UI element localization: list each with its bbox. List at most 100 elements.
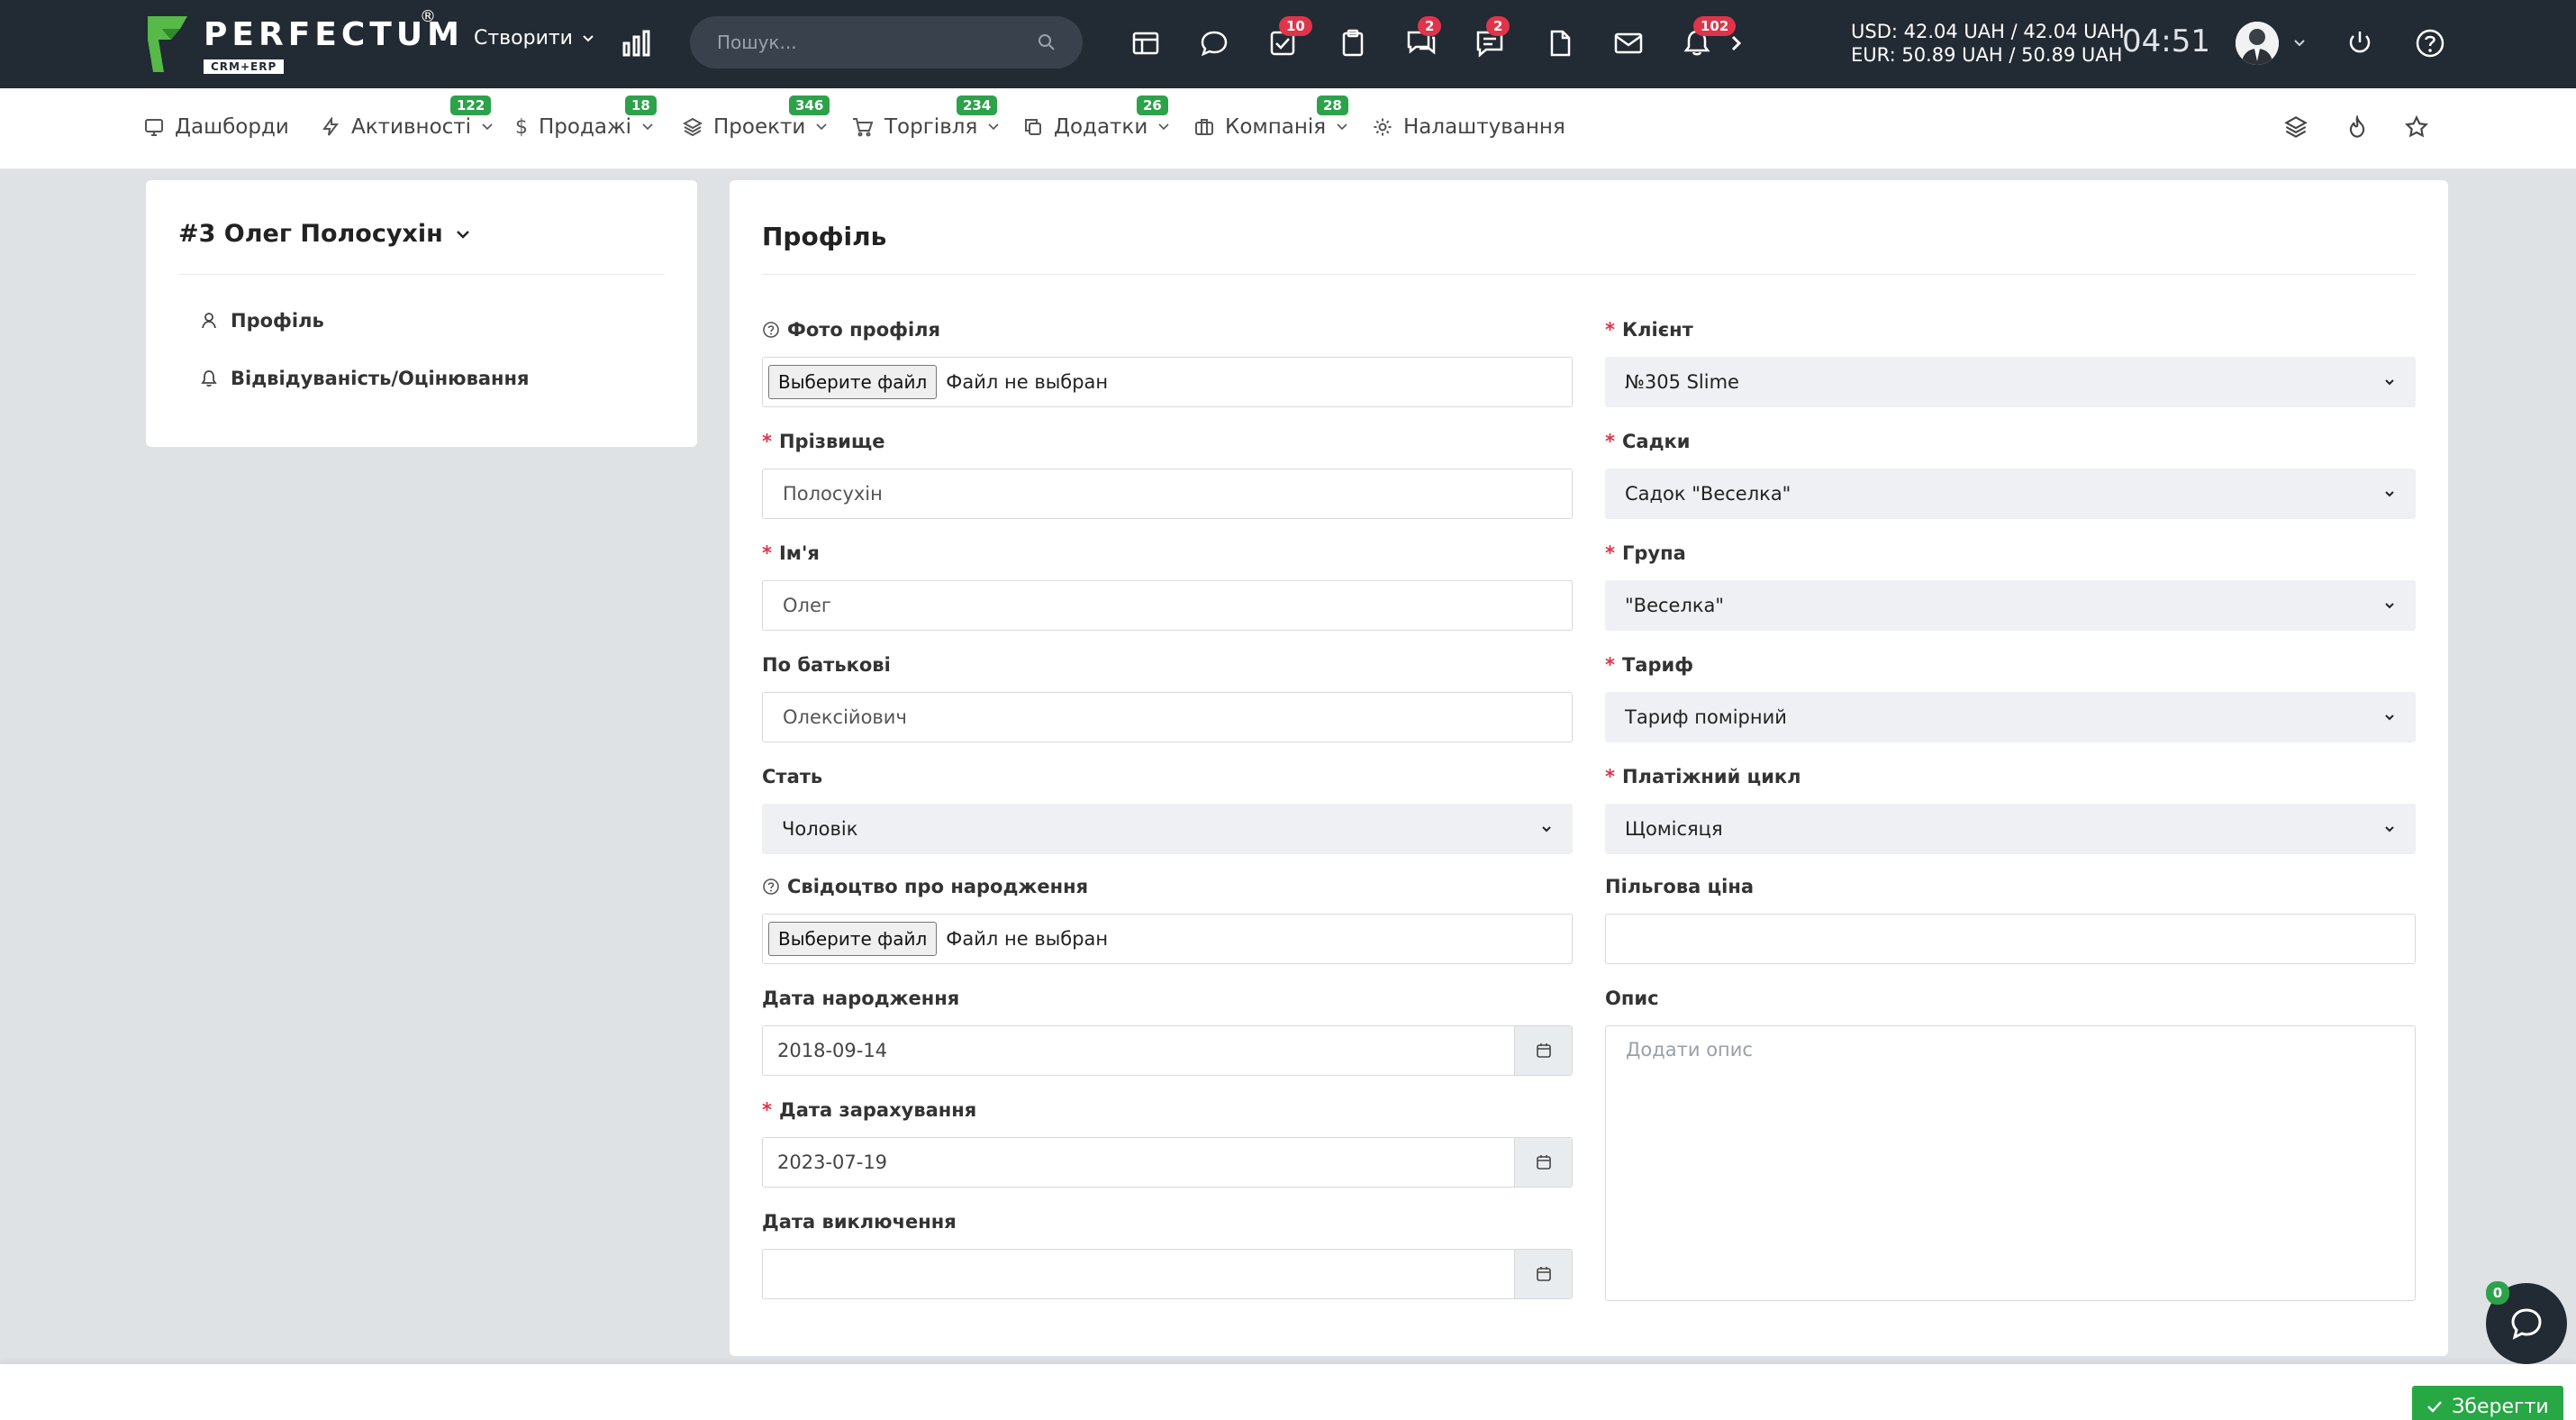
kindergarten-select[interactable]: Садок "Веселка" (1605, 469, 2416, 519)
exclude-date-field[interactable] (762, 1249, 1573, 1299)
user-menu-toggle[interactable] (2291, 27, 2308, 59)
tasks-button[interactable]: 10 (1266, 16, 1312, 59)
help-button[interactable] (2414, 27, 2446, 59)
description-textarea[interactable]: Додати опис (1605, 1025, 2416, 1301)
nav-company[interactable]: Компанія 28 (1194, 96, 1348, 139)
gender-label: Стать (762, 766, 823, 787)
mail-button[interactable] (1612, 27, 1645, 59)
chevron-down-icon (1337, 123, 1347, 131)
required-mark: * (1605, 766, 1615, 787)
birth-date-field[interactable]: 2018-09-14 (762, 1025, 1573, 1076)
nav-badge: 18 (625, 96, 657, 115)
nav-activities[interactable]: Активності 122 (321, 96, 493, 139)
choose-file-button[interactable]: Выберите файл (768, 365, 938, 399)
nav-addons[interactable]: Додатки 26 (1023, 96, 1169, 139)
nav-settings[interactable]: Налаштування (1373, 115, 1565, 139)
choose-file-button[interactable]: Выберите файл (768, 922, 938, 956)
calendar-button[interactable] (1514, 1026, 1572, 1075)
enroll-date-field[interactable]: 2023-07-19 (762, 1137, 1573, 1188)
label-text: Платіжний цикл (1621, 766, 1801, 787)
date-value[interactable]: 2023-07-19 (763, 1138, 1514, 1187)
discussions-button[interactable]: 2 (1405, 16, 1442, 59)
nav-label: Проекти (713, 115, 806, 139)
chevron-down-icon (2385, 826, 2394, 833)
payment-cycle-select[interactable]: Щомісяця (1605, 804, 2416, 854)
calendar-button[interactable] (1514, 1250, 1572, 1298)
help-icon (2416, 29, 2444, 58)
mail-icon (1614, 32, 1643, 54)
search-box[interactable] (690, 16, 1083, 68)
help-circle-icon (763, 322, 779, 338)
nav-label: Додатки (1054, 115, 1148, 139)
table-icon (1132, 32, 1159, 55)
student-title[interactable]: #3 Олег Полосухін (178, 220, 470, 248)
user-avatar-icon (2236, 22, 2279, 65)
messages-button[interactable]: 2 (1474, 16, 1510, 59)
main-nav: Дашборди Активності 122 $ Продажі 18 Про… (0, 88, 2576, 169)
selected-value: Чоловік (782, 818, 858, 840)
search-input[interactable] (717, 32, 1038, 53)
logout-button[interactable] (2344, 27, 2376, 59)
client-select[interactable]: №305 Slime (1605, 357, 2416, 407)
client-label: * Клієнт (1605, 319, 1693, 341)
documents-button[interactable] (1544, 27, 1576, 59)
payment-cycle-label: * Платіжний цикл (1605, 766, 1801, 787)
save-button[interactable]: Зберегти (2412, 1386, 2563, 1420)
calendar-table-button[interactable] (1129, 27, 1162, 59)
birth-cert-file-input[interactable]: Выберите файл Файл не выбран (762, 914, 1573, 964)
layers-toggle-button[interactable] (2284, 115, 2308, 139)
sidebar-item-profile[interactable]: Профіль (200, 310, 324, 332)
gear-icon (1374, 118, 1392, 136)
chevron-down-icon (2385, 603, 2394, 609)
discount-price-field[interactable] (1605, 914, 2416, 964)
discussions-badge: 2 (1418, 16, 1442, 36)
messages-badge: 2 (1486, 16, 1510, 36)
layers-icon (683, 117, 703, 137)
hot-button[interactable] (2345, 115, 2369, 139)
notifications-button[interactable]: 102 (1681, 16, 1737, 59)
nav-label: Продажі (539, 115, 632, 139)
chevron-down-icon (1158, 123, 1169, 131)
nav-label: Торгівля (884, 115, 978, 139)
surname-field[interactable]: Полосухін (762, 469, 1573, 519)
nav-label: Налаштування (1403, 115, 1565, 139)
search-icon[interactable] (1038, 33, 1056, 51)
nav-sales[interactable]: $ Продажі 18 (515, 96, 657, 139)
help-circle-icon (763, 878, 779, 895)
selected-value: Садок "Веселка" (1625, 483, 1791, 505)
calendar-button[interactable] (1514, 1138, 1572, 1187)
gender-select[interactable]: Чоловік (762, 804, 1573, 854)
enroll-date-label: * Дата зарахування (762, 1099, 976, 1121)
file-icon (1550, 30, 1571, 57)
label-text: Свідоцтво про народження (787, 876, 1089, 897)
photo-file-input[interactable]: Выберите файл Файл не выбран (762, 357, 1573, 407)
clipboard-button[interactable] (1337, 27, 1369, 59)
profile-form: Профіль Фото профіля Выберите файл Файл … (730, 180, 2448, 1356)
sidebar-item-attendance[interactable]: Відвідуваність/Оцінювання (200, 368, 530, 389)
more-icons-button[interactable] (1726, 27, 1747, 59)
discount-price-label: Пільгова ціна (1605, 876, 1755, 897)
name-field[interactable]: Олег (762, 580, 1573, 631)
patronymic-field[interactable]: Олексійович (762, 692, 1573, 742)
avatar[interactable] (2236, 22, 2279, 65)
sidebar-item-label: Профіль (231, 310, 324, 332)
nav-trade[interactable]: Торгівля 234 (852, 96, 999, 139)
clipboard-icon (1342, 29, 1364, 57)
save-label: Зберегти (2452, 1395, 2549, 1418)
top-bar: PERFECTUM CRM+ERP ® Створити 10 2 2 (0, 0, 2576, 88)
chevron-down-icon (456, 230, 469, 239)
label-text: Дата зарахування (778, 1099, 977, 1121)
nav-dashboards[interactable]: Дашборди (144, 115, 289, 139)
group-select[interactable]: "Веселка" (1605, 580, 2416, 631)
stats-chart-button[interactable] (621, 29, 652, 58)
required-mark: * (1605, 319, 1615, 341)
create-menu-button[interactable]: Створити (474, 27, 594, 50)
date-value[interactable] (763, 1250, 1514, 1298)
birth-cert-label: Свідоцтво про народження (762, 876, 1088, 897)
required-mark: * (762, 542, 772, 564)
tariff-select[interactable]: Тариф помірний (1605, 692, 2416, 742)
favorites-button[interactable] (2405, 115, 2428, 139)
nav-projects[interactable]: Проекти 346 (683, 96, 830, 139)
chat-button[interactable] (1198, 27, 1230, 59)
date-value[interactable]: 2018-09-14 (763, 1026, 1514, 1075)
